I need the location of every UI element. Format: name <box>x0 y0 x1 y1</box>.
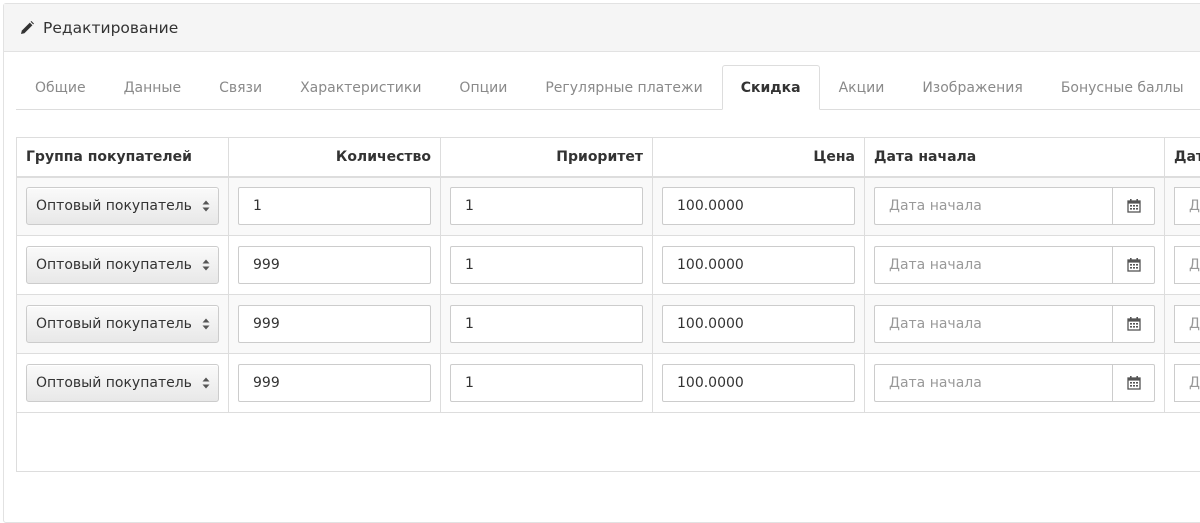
tab-data[interactable]: Данные <box>105 65 201 110</box>
cell-priority: 1 <box>441 177 653 236</box>
tab-links[interactable]: Связи <box>200 65 281 110</box>
header-priority: Приоритет <box>441 138 653 177</box>
header-date-start: Дата начала <box>865 138 1165 177</box>
cell-priority: 1 <box>441 295 653 354</box>
quantity-input[interactable]: 1 <box>238 187 431 225</box>
table-row: Оптовый покупатель 999 1 100.0000 Дата н… <box>17 295 1200 354</box>
header-quantity: Количество <box>229 138 441 177</box>
table-row: Оптовый покупатель 1 1 100.0000 Дата нач… <box>17 177 1200 236</box>
date-start-input[interactable]: Дата начала <box>874 305 1112 343</box>
cell-date-end: Д <box>1165 236 1200 295</box>
cell-date-start: Дата начала <box>865 295 1165 354</box>
cell-date-end: Д <box>1165 354 1200 413</box>
date-start-picker-button[interactable] <box>1112 246 1155 284</box>
select-arrows-icon <box>201 375 211 391</box>
tab-recurring[interactable]: Регулярные платежи <box>526 65 721 110</box>
date-start-picker-button[interactable] <box>1112 187 1155 225</box>
header-date-end: Дат <box>1165 138 1200 177</box>
date-end-input[interactable]: Д <box>1174 187 1200 225</box>
priority-input[interactable]: 1 <box>450 364 643 402</box>
customer-group-select[interactable]: Оптовый покупатель <box>26 364 219 402</box>
date-start-group: Дата начала <box>874 187 1155 225</box>
tab-images[interactable]: Изображения <box>903 65 1041 110</box>
tab-reward-points[interactable]: Бонусные баллы <box>1042 65 1200 110</box>
date-end-input[interactable]: Д <box>1174 364 1200 402</box>
cell-priority: 1 <box>441 354 653 413</box>
cell-price: 100.0000 <box>653 177 865 236</box>
cell-date-end: Д <box>1165 295 1200 354</box>
cell-quantity: 999 <box>229 295 441 354</box>
cell-price: 100.0000 <box>653 295 865 354</box>
cell-date-end: Д <box>1165 177 1200 236</box>
cell-quantity: 999 <box>229 236 441 295</box>
cell-quantity: 999 <box>229 354 441 413</box>
product-tabs: Общие Данные Связи Характеристики Опции … <box>16 65 1200 110</box>
header-price: Цена <box>653 138 865 177</box>
cell-quantity: 1 <box>229 177 441 236</box>
table-header-row: Группа покупателей Количество Приоритет … <box>17 138 1200 177</box>
price-input[interactable]: 100.0000 <box>662 305 855 343</box>
date-end-input[interactable]: Д <box>1174 246 1200 284</box>
calendar-icon <box>1127 376 1141 390</box>
cell-price: 100.0000 <box>653 354 865 413</box>
select-arrows-icon <box>201 198 211 214</box>
customer-group-value: Оптовый покупатель <box>36 198 192 214</box>
date-start-input[interactable]: Дата начала <box>874 246 1112 284</box>
date-start-group: Дата начала <box>874 246 1155 284</box>
cell-customer-group: Оптовый покупатель <box>17 236 229 295</box>
table-footer-cell <box>17 413 1200 472</box>
tab-attributes[interactable]: Характеристики <box>281 65 440 110</box>
table-row: Оптовый покупатель 999 1 100.0000 Дата н… <box>17 354 1200 413</box>
cell-date-start: Дата начала <box>865 177 1165 236</box>
priority-input[interactable]: 1 <box>450 305 643 343</box>
customer-group-select[interactable]: Оптовый покупатель <box>26 187 219 225</box>
date-start-group: Дата начала <box>874 364 1155 402</box>
cell-customer-group: Оптовый покупатель <box>17 295 229 354</box>
cell-customer-group: Оптовый покупатель <box>17 354 229 413</box>
price-input[interactable]: 100.0000 <box>662 364 855 402</box>
calendar-icon <box>1127 258 1141 272</box>
date-start-group: Дата начала <box>874 305 1155 343</box>
pencil-icon <box>20 21 34 35</box>
cell-date-start: Дата начала <box>865 236 1165 295</box>
panel-title: Редактирование <box>43 19 178 37</box>
tab-general[interactable]: Общие <box>16 65 105 110</box>
customer-group-select[interactable]: Оптовый покупатель <box>26 246 219 284</box>
discount-table: Группа покупателей Количество Приоритет … <box>16 137 1200 472</box>
header-customer-group: Группа покупателей <box>17 138 229 177</box>
priority-input[interactable]: 1 <box>450 187 643 225</box>
price-input[interactable]: 100.0000 <box>662 187 855 225</box>
calendar-icon <box>1127 317 1141 331</box>
customer-group-value: Оптовый покупатель <box>36 257 192 273</box>
customer-group-select[interactable]: Оптовый покупатель <box>26 305 219 343</box>
table-footer-row <box>17 413 1200 472</box>
tab-options[interactable]: Опции <box>440 65 526 110</box>
cell-customer-group: Оптовый покупатель <box>17 177 229 236</box>
customer-group-value: Оптовый покупатель <box>36 316 192 332</box>
select-arrows-icon <box>201 257 211 273</box>
table-row: Оптовый покупатель 999 1 100.0000 Дата н… <box>17 236 1200 295</box>
priority-input[interactable]: 1 <box>450 246 643 284</box>
date-start-input[interactable]: Дата начала <box>874 187 1112 225</box>
quantity-input[interactable]: 999 <box>238 364 431 402</box>
cell-date-start: Дата начала <box>865 354 1165 413</box>
cell-price: 100.0000 <box>653 236 865 295</box>
tab-discount[interactable]: Скидка <box>722 65 820 110</box>
cell-priority: 1 <box>441 236 653 295</box>
panel-heading: Редактирование <box>4 4 1200 52</box>
date-start-picker-button[interactable] <box>1112 305 1155 343</box>
quantity-input[interactable]: 999 <box>238 305 431 343</box>
discount-table-wrap: Группа покупателей Количество Приоритет … <box>16 137 1200 472</box>
tab-special[interactable]: Акции <box>820 65 904 110</box>
date-start-picker-button[interactable] <box>1112 364 1155 402</box>
calendar-icon <box>1127 199 1141 213</box>
customer-group-value: Оптовый покупатель <box>36 375 192 391</box>
date-end-input[interactable]: Д <box>1174 305 1200 343</box>
quantity-input[interactable]: 999 <box>238 246 431 284</box>
date-start-input[interactable]: Дата начала <box>874 364 1112 402</box>
price-input[interactable]: 100.0000 <box>662 246 855 284</box>
select-arrows-icon <box>201 316 211 332</box>
